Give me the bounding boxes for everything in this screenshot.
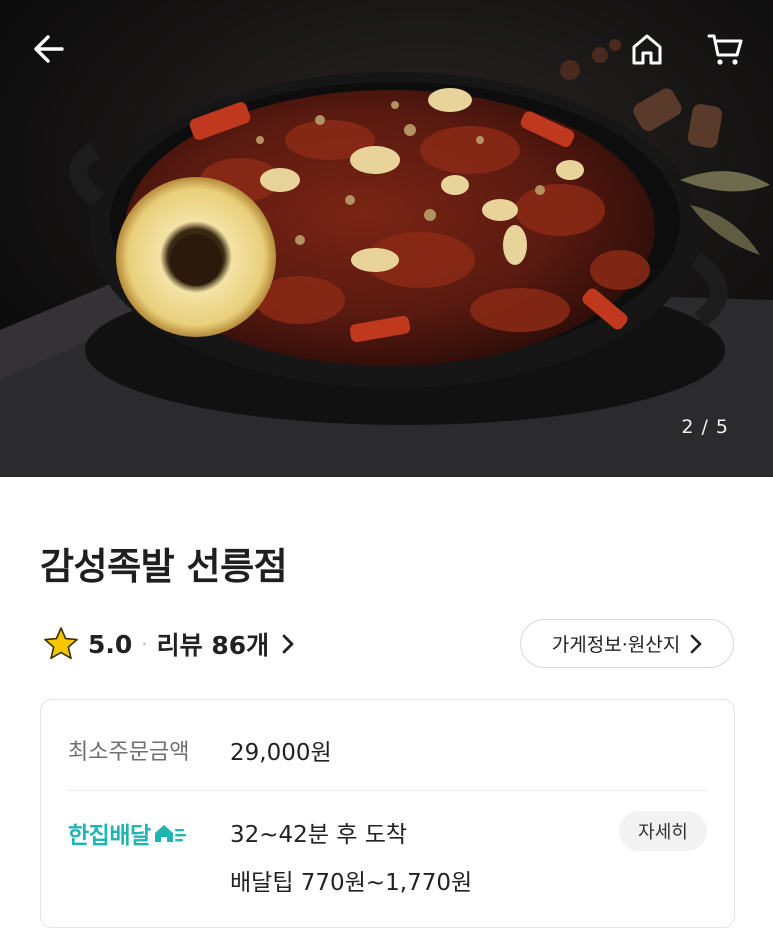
chevron-right-icon xyxy=(281,633,295,655)
min-order-row: 최소주문금액 29,000원 xyxy=(68,733,332,767)
review-count-link[interactable]: 리뷰 86개 xyxy=(157,626,270,662)
fast-home-icon xyxy=(154,825,186,842)
cart-icon xyxy=(707,34,743,65)
delivery-time: 32~42분 후 도착 xyxy=(230,822,408,848)
home-button[interactable] xyxy=(625,27,669,71)
arrow-left-icon xyxy=(34,35,64,63)
min-order-value: 29,000원 xyxy=(230,740,332,766)
delivery-tip: 배달팁 770원~1,770원 xyxy=(230,870,473,896)
delivery-type-badge: 한집배달 xyxy=(68,816,187,850)
star-icon xyxy=(44,627,78,660)
separator-dot: · xyxy=(141,632,148,656)
min-order-label: 최소주문금액 xyxy=(68,740,190,765)
delivery-brand-label: 한집배달 xyxy=(68,823,151,849)
rating-reviews-row[interactable]: 5.0 · 리뷰 86개 xyxy=(42,622,295,666)
home-icon xyxy=(632,34,662,65)
back-button[interactable] xyxy=(27,27,71,71)
store-info-label: 가게정보·원산지 xyxy=(551,634,681,656)
rating-value: 5.0 xyxy=(88,629,133,659)
food-photo xyxy=(0,0,773,477)
image-counter: 2 / 5 xyxy=(681,416,729,438)
chevron-right-icon xyxy=(690,634,702,654)
order-info-card: 최소주문금액 29,000원 한집배달 32~42분 후 도착 배달팁 770원… xyxy=(40,699,735,928)
divider xyxy=(68,790,706,791)
hero-image-carousel[interactable]: 2 / 5 xyxy=(0,0,773,477)
store-name: 감성족발 선릉점 xyxy=(40,545,288,588)
cart-button[interactable] xyxy=(703,27,747,71)
delivery-detail-button[interactable]: 자세히 xyxy=(619,811,707,851)
store-info-origin-button[interactable]: 가게정보·원산지 xyxy=(520,619,734,668)
